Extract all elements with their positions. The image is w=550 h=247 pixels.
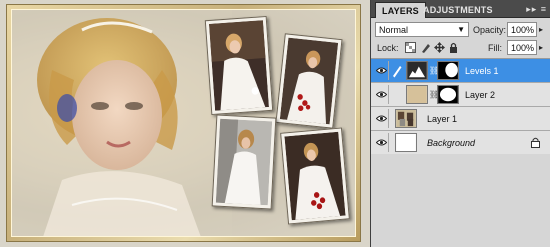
layers-panel: LAYERS ADJUSTMENTS ▸▸ ≡ Normal ▼ Opacity… xyxy=(370,0,550,247)
layer-name: Layer 1 xyxy=(427,114,458,124)
layer-mask-thumbnail xyxy=(437,61,459,80)
layer-row-levels-1[interactable]: ⛓ Levels 1 xyxy=(371,59,550,83)
lock-row: Lock: Fill: 100% ▸ xyxy=(371,40,550,58)
tab-adjustments[interactable]: ADJUSTMENTS xyxy=(417,2,499,18)
photo-bride-bouquet xyxy=(280,127,350,225)
fill-label: Fill: xyxy=(488,43,502,53)
photo-bride-seated xyxy=(204,15,274,116)
layer-name: Background xyxy=(427,138,476,148)
photo-bride-roses xyxy=(275,33,343,129)
levels-adjustment-icon xyxy=(406,61,428,80)
layers-panel-empty-area xyxy=(371,154,550,247)
blend-mode-select[interactable]: Normal ▼ xyxy=(375,22,469,37)
layer-edit-slot xyxy=(390,61,404,80)
layer-name: Levels 1 xyxy=(465,66,499,76)
layers-list: ⛓ Levels 1 ⛓ Layer 2 Layer 1 Background xyxy=(371,58,550,155)
panel-tab-bar: LAYERS ADJUSTMENTS ▸▸ ≡ xyxy=(371,0,550,18)
layer-row-layer-1[interactable]: Layer 1 xyxy=(371,107,550,131)
visibility-toggle[interactable] xyxy=(373,109,389,128)
layer-thumbnail xyxy=(395,109,417,128)
layer-name: Layer 2 xyxy=(465,90,496,100)
fill-arrow-icon[interactable]: ▸ xyxy=(539,43,543,52)
eye-icon xyxy=(376,67,387,74)
eye-icon xyxy=(376,91,387,98)
gold-frame xyxy=(6,4,361,242)
lock-paint-icon[interactable] xyxy=(420,42,431,53)
visibility-toggle[interactable] xyxy=(373,133,389,152)
layer-row-layer-2[interactable]: ⛓ Layer 2 xyxy=(371,83,550,107)
blend-mode-value: Normal xyxy=(379,25,409,35)
lock-label: Lock: xyxy=(377,43,399,53)
brush-icon xyxy=(393,66,402,78)
visibility-toggle[interactable] xyxy=(373,61,389,80)
opacity-label: Opacity: xyxy=(473,25,507,35)
layer-thumbnail xyxy=(406,85,428,104)
visibility-toggle[interactable] xyxy=(373,85,389,104)
lock-transparent-icon[interactable] xyxy=(405,42,416,53)
layer-thumbnail xyxy=(395,133,417,152)
photo-composition xyxy=(11,9,356,237)
dropdown-arrow-icon: ▼ xyxy=(457,25,465,34)
photo-bride-back xyxy=(211,114,277,210)
lock-icon xyxy=(531,137,540,148)
layer-row-background[interactable]: Background xyxy=(371,131,550,155)
document-canvas[interactable] xyxy=(0,0,370,247)
bride-portrait-image xyxy=(12,10,232,236)
eye-icon xyxy=(376,115,387,122)
eye-icon xyxy=(376,139,387,146)
lock-all-icon[interactable] xyxy=(448,42,459,53)
blend-options-row: Normal ▼ Opacity: 100% ▸ xyxy=(371,22,550,40)
lock-move-icon[interactable] xyxy=(434,42,445,53)
opacity-field[interactable]: 100% xyxy=(507,22,537,37)
layer-mask-thumbnail xyxy=(437,85,459,104)
fill-field[interactable]: 100% xyxy=(507,40,537,55)
opacity-arrow-icon[interactable]: ▸ xyxy=(539,25,543,34)
panel-menu-icon[interactable]: ▸▸ ≡ xyxy=(526,4,547,15)
